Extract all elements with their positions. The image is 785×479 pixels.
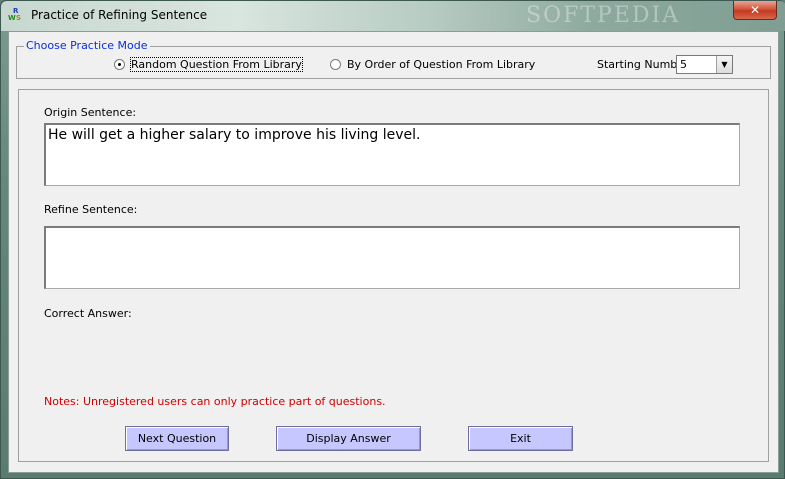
title-bar[interactable]: R W S Practice of Refining Sentence SOFT… xyxy=(1,1,785,31)
client-area: Choose Practice Mode Random Question Fro… xyxy=(8,31,779,473)
unregistered-note: Notes: Unregistered users can only pract… xyxy=(44,395,386,408)
window-title: Practice of Refining Sentence xyxy=(31,8,208,22)
next-question-button[interactable]: Next Question xyxy=(125,426,229,451)
chevron-down-icon[interactable]: ▼ xyxy=(716,56,732,73)
close-icon: ✕ xyxy=(749,3,761,17)
order-radio-label[interactable]: By Order of Question From Library xyxy=(347,58,535,71)
random-radio-label[interactable]: Random Question From Library xyxy=(130,57,303,72)
origin-sentence-label: Origin Sentence: xyxy=(44,106,137,119)
refine-sentence-label: Refine Sentence: xyxy=(44,203,138,216)
practice-mode-legend: Choose Practice Mode xyxy=(24,39,150,52)
app-icon[interactable]: R W S xyxy=(8,7,24,23)
random-radio[interactable] xyxy=(114,59,125,70)
starting-number-value: 5 xyxy=(680,58,687,71)
app-window: R W S Practice of Refining Sentence SOFT… xyxy=(0,0,785,479)
starting-number-select[interactable]: 5 ▼ xyxy=(676,55,733,74)
exit-button[interactable]: Exit xyxy=(468,426,573,451)
practice-mode-group: Choose Practice Mode Random Question Fro… xyxy=(16,39,771,79)
close-button[interactable]: ✕ xyxy=(733,1,777,20)
watermark: SOFTPEDIA xyxy=(526,3,681,28)
correct-answer-label: Correct Answer: xyxy=(44,307,132,320)
order-radio[interactable] xyxy=(330,59,341,70)
refine-sentence-input[interactable] xyxy=(44,226,740,289)
app-icon-letter-w: W xyxy=(8,14,16,22)
origin-sentence-box[interactable]: He will get a higher salary to improve h… xyxy=(44,123,740,186)
app-icon-letter-s: S xyxy=(16,14,22,22)
practice-panel: Origin Sentence: He will get a higher sa… xyxy=(18,89,769,462)
display-answer-button[interactable]: Display Answer xyxy=(276,426,421,451)
